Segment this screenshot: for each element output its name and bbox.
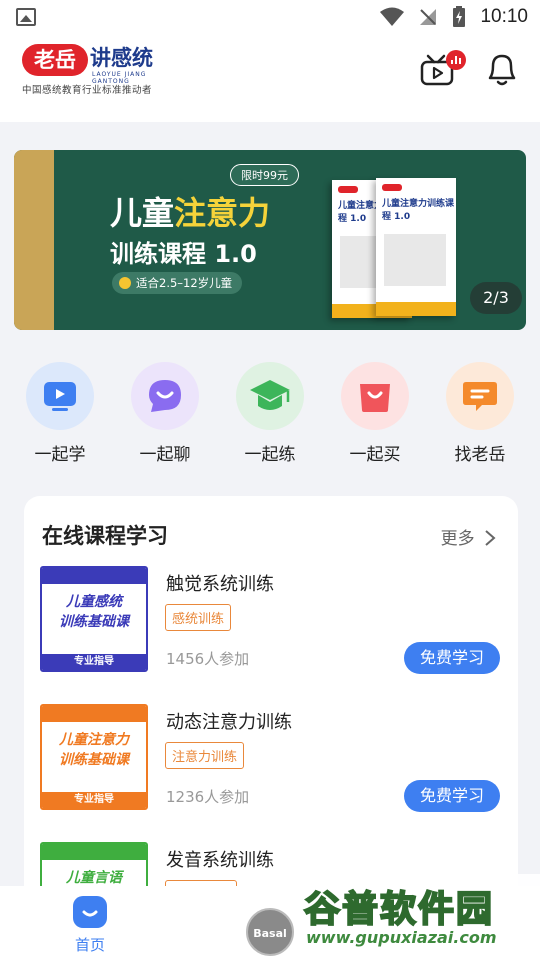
quick-item-study[interactable]: 一起学 [10,362,110,465]
course-tag: 注意力训练 [165,742,245,769]
message-icon [446,362,514,430]
battery-charging-icon [453,6,466,27]
quick-item-label: 一起买 [349,445,401,465]
participant-count: 1236人参加 [166,788,250,806]
bell-icon [488,54,516,86]
image-notification-icon [16,8,36,26]
cover-footer: 专业指导 [42,792,146,808]
participant-count: 1456人参加 [166,650,250,668]
notification-button[interactable] [484,50,520,90]
banner-title-prefix: 儿童 [110,194,175,232]
quick-item-label: 找老岳 [454,445,506,465]
watermark-url: www.gupuxiazai.com [306,928,497,947]
play-screen-icon [26,362,94,430]
shopping-bag-icon [341,362,409,430]
course-name: 触觉系统训练 [166,574,274,595]
course-tag: 感统训练 [165,604,232,631]
cover-line: 儿童言语 [66,870,122,886]
course-cover: 儿童感统 训练基础课 专业指导 [40,566,148,672]
cover-header [42,706,146,722]
course-cover: 儿童注意力 训练基础课 专业指导 [40,704,148,810]
quick-menu: 一起学 一起聊 一起练 一起买 找老岳 [0,362,540,472]
logo-subtitle: 中国感统教育行业标准推动者 [22,85,153,96]
age-range-badge: 适合2.5–12岁儿童 [112,272,243,294]
chevron-right-icon [485,530,496,546]
quick-item-buy[interactable]: 一起买 [325,362,425,465]
cover-title: 儿童感统 训练基础课 [42,592,146,632]
cover-header [42,844,146,860]
brand-logo: 老岳 讲感统 LAOYUE JIANG GANTONG 中国感统教育行业标准推动… [22,44,182,96]
free-study-button[interactable]: 免费学习 [404,642,500,674]
cover-title: 儿童言语 [42,868,146,888]
promo-banner[interactable]: 限时99元 儿童注意力 训练课程 1.0 适合2.5–12岁儿童 儿童注意力训练… [14,150,526,330]
home-icon [73,896,107,928]
more-link[interactable]: 更多 [441,524,496,549]
wifi-icon [380,7,405,26]
quick-item-label: 一起练 [244,445,296,465]
online-courses-card: 在线课程学习 更多 儿童感统 训练基础课 专业指导 触觉系统训练 感统训练 14… [24,496,518,948]
course-name: 动态注意力训练 [166,712,292,733]
cover-header [42,568,146,584]
banner-edge [14,150,54,330]
cover-line: 儿童注意力 [59,732,129,748]
basal-avatar-button[interactable]: Basal [246,908,294,956]
graduation-cap-icon [236,362,304,430]
status-icons: 10:10 [380,6,528,28]
cover-line: 训练基础课 [59,752,129,768]
tv-icon [420,50,466,86]
price-tag: 限时99元 [230,164,299,186]
quick-item-label: 一起学 [34,445,86,465]
book-cover-right: 儿童注意力训练课程 1.0 [376,178,456,316]
quick-item-chat[interactable]: 一起聊 [115,362,215,465]
banner-title-highlight: 注意力 [174,194,271,232]
course-item[interactable]: 儿童注意力 训练基础课 专业指导 动态注意力训练 注意力训练 1236人参加 免… [40,704,500,812]
logo-name: 讲感统 [90,46,153,70]
tab-home-label: 首页 [74,936,105,954]
site-watermark: 谷普软件园 www.gupuxiazai.com [296,874,540,960]
quick-item-contact[interactable]: 找老岳 [430,362,530,465]
quick-item-practice[interactable]: 一起练 [220,362,320,465]
quick-item-label: 一起聊 [139,445,191,465]
clock: 10:10 [480,6,528,27]
course-name: 发音系统训练 [166,850,274,871]
book-logo [338,186,358,193]
section-title: 在线课程学习 [42,524,168,548]
cover-title: 儿童注意力 训练基础课 [42,730,146,770]
book-logo [382,184,402,191]
banner-page-indicator: 2/3 [470,282,522,314]
course-item[interactable]: 儿童感统 训练基础课 专业指导 触觉系统训练 感统训练 1456人参加 免费学习 [40,566,500,674]
book-title: 儿童注意力训练课程 1.0 [382,199,455,222]
banner-title: 儿童注意力 [110,188,270,234]
cover-footer: 专业指导 [42,654,146,670]
chat-bubble-icon [131,362,199,430]
book-photo [384,234,446,286]
live-tv-button[interactable] [418,50,470,90]
app-header: 老岳 讲感统 LAOYUE JIANG GANTONG 中国感统教育行业标准推动… [0,36,540,122]
tab-home[interactable]: 首页 [60,896,120,955]
free-study-button[interactable]: 免费学习 [404,780,500,812]
logo-badge: 老岳 [22,44,88,76]
no-signal-icon [420,9,437,25]
banner-subtitle: 训练课程 1.0 [110,240,257,268]
watermark-title: 谷普软件园 [303,888,495,931]
cover-line: 训练基础课 [59,614,129,630]
cover-line: 儿童感统 [66,594,122,610]
more-label: 更多 [440,529,475,549]
status-bar: 10:10 [0,0,540,36]
